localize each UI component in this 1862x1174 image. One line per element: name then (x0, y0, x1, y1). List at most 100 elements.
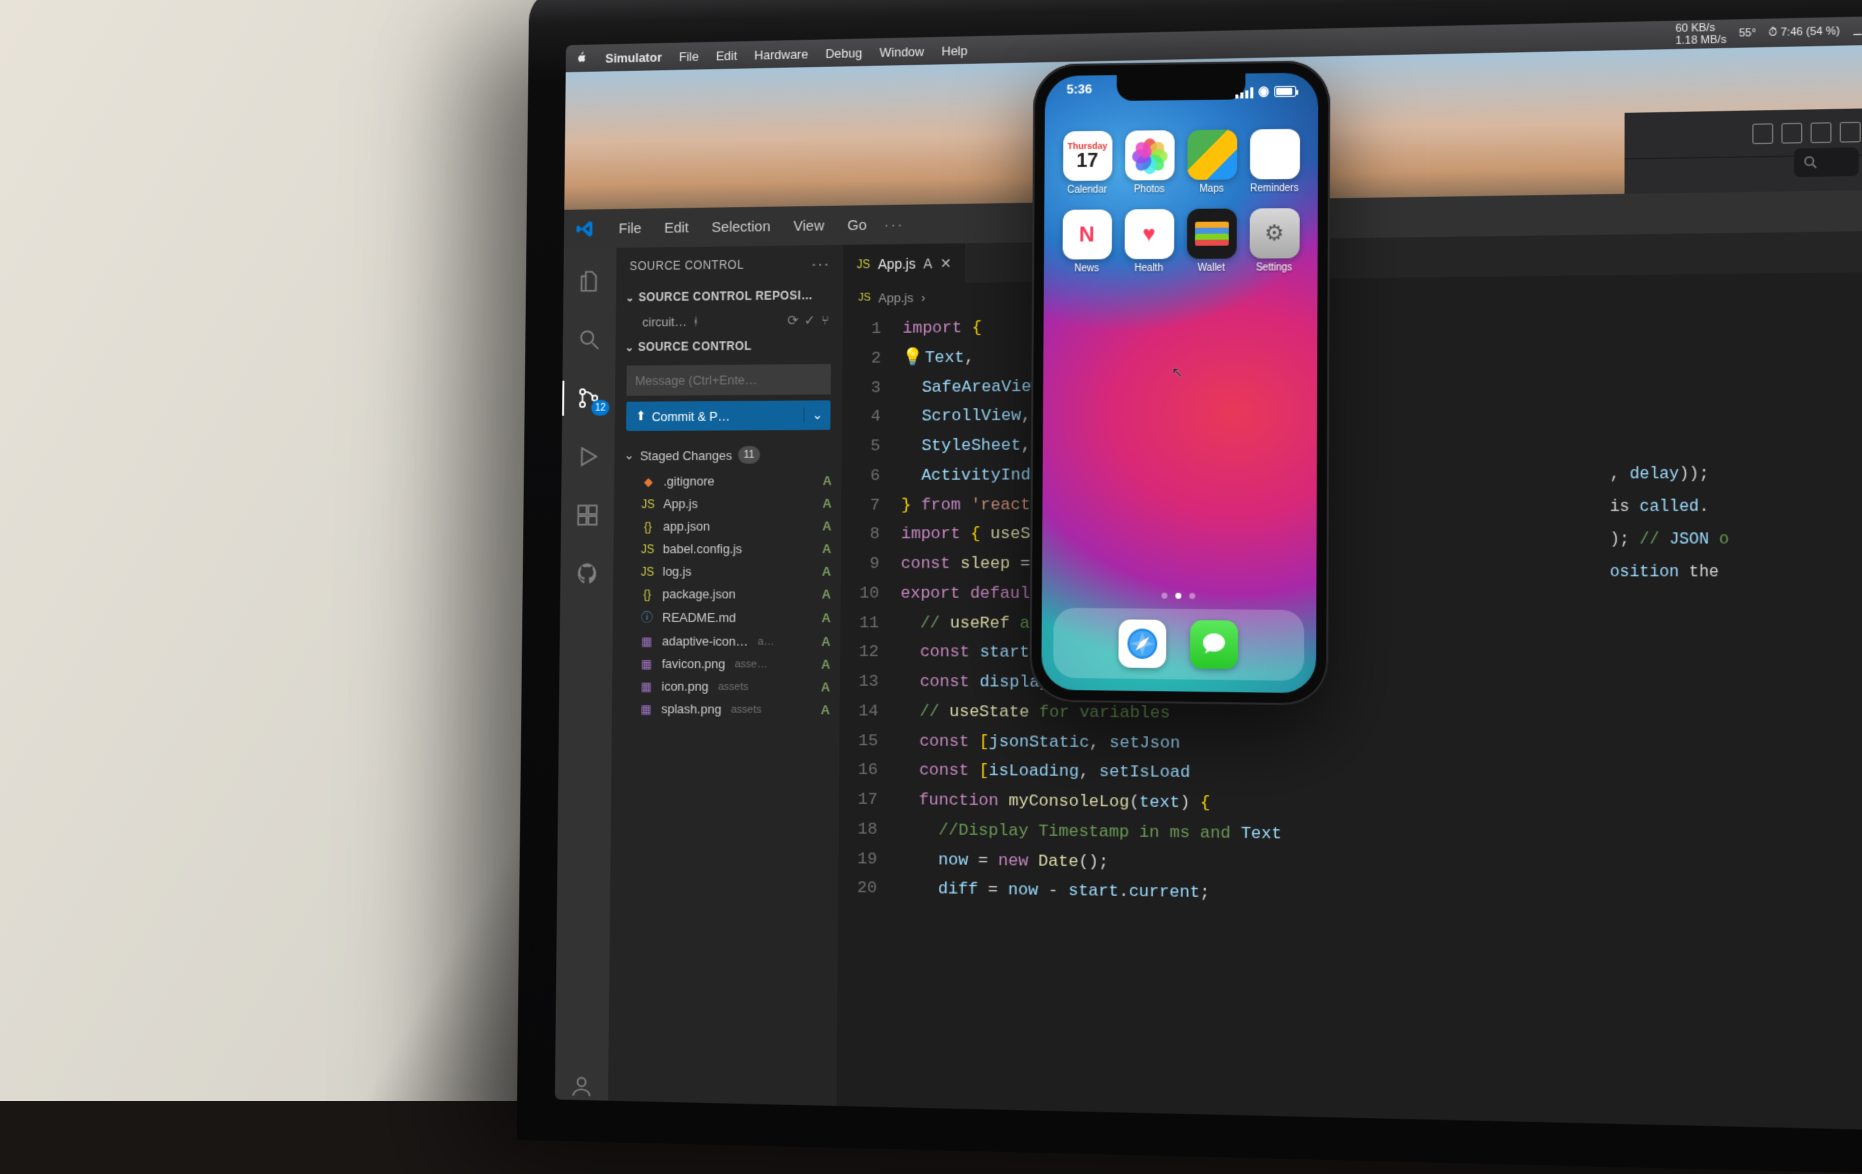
page-indicator[interactable] (1042, 592, 1317, 600)
vs-menu-file[interactable]: File (609, 216, 651, 241)
file-icon: ▦ (639, 634, 654, 648)
signal-icon (1235, 86, 1253, 97)
account-icon[interactable] (555, 1062, 608, 1111)
net-speed: 60 KB/s1.18 MB/s (1675, 22, 1726, 47)
iphone-simulator[interactable]: 5:36 ◉ Thursday17CalendarPhotosMapsRemin… (1029, 60, 1330, 705)
vscode-logo-icon (575, 219, 594, 239)
repo-row[interactable]: circuit… ᚼ ⟳ ✓ ⑂ (616, 308, 843, 335)
dock-app-messages[interactable] (1190, 620, 1238, 669)
file-name: adaptive-icon… (662, 634, 748, 649)
app-calendar[interactable]: Thursday17Calendar (1060, 131, 1114, 196)
vs-menu-go[interactable]: Go (838, 212, 877, 237)
commit-dropdown-icon[interactable]: ⌄ (803, 407, 830, 423)
dock-app-safari[interactable] (1118, 619, 1166, 668)
vs-menu-view[interactable]: View (784, 213, 834, 238)
apple-menu-icon[interactable] (575, 50, 588, 67)
app-news[interactable]: NNews (1060, 209, 1114, 274)
app-maps[interactable]: Maps (1184, 129, 1239, 194)
source-control-icon[interactable]: 12 (562, 374, 615, 421)
staged-file[interactable]: {}package.jsonA (613, 583, 841, 606)
branch-icon[interactable]: ⑂ (821, 312, 829, 329)
staged-file[interactable]: JSlog.jsA (613, 560, 841, 583)
check-icon[interactable]: ✓ (804, 312, 815, 329)
file-icon: ◆ (641, 474, 656, 488)
search-icon[interactable] (563, 316, 616, 363)
staged-file[interactable]: ▦adaptive-icon…a…A (613, 630, 841, 653)
staged-changes-header[interactable]: ⌄ Staged Changes 11 (614, 440, 841, 470)
chevron-down-icon: ⌄ (624, 448, 634, 464)
tab-app-js[interactable]: JS App.js A ✕ (843, 243, 966, 284)
staged-file[interactable]: ◆.gitignoreA (614, 469, 841, 492)
menu-debug[interactable]: Debug (825, 45, 862, 60)
menu-window[interactable]: Window (879, 44, 924, 60)
layout-icon-3[interactable] (1811, 122, 1832, 143)
vs-menu-selection[interactable]: Selection (702, 214, 780, 240)
menu-edit[interactable]: Edit (716, 48, 737, 63)
file-icon: {} (640, 519, 655, 533)
source-control-sidebar: SOURCE CONTROL ··· ⌄ SOURCE CONTROL REPO… (608, 245, 843, 1116)
app-label: Calendar (1067, 185, 1107, 196)
file-status: A (822, 610, 831, 625)
commit-message-input[interactable] (626, 364, 830, 396)
file-name: babel.config.js (663, 541, 742, 556)
explorer-icon[interactable] (563, 258, 616, 305)
github-icon[interactable] (560, 550, 613, 597)
chevron-right-icon: › (921, 290, 925, 305)
menu-file[interactable]: File (679, 49, 699, 64)
app-wallet[interactable]: Wallet (1184, 209, 1239, 274)
menubar-status-area: 60 KB/s1.18 MB/s 55° ⏱ 7:46 (54 %) ⚊ (1675, 19, 1862, 47)
staged-file[interactable]: JSApp.jsA (614, 492, 841, 515)
file-status: A (821, 702, 830, 717)
app-settings[interactable]: ⚙Settings (1247, 208, 1302, 274)
sidebar-more-icon[interactable]: ··· (811, 255, 830, 273)
file-name: app.json (663, 519, 710, 534)
vs-menu-edit[interactable]: Edit (655, 215, 699, 240)
file-name: log.js (663, 564, 692, 579)
layout-icon-4[interactable] (1840, 121, 1861, 142)
app-label: Maps (1199, 184, 1223, 195)
menu-help[interactable]: Help (942, 43, 968, 58)
staged-file[interactable]: {} app.json A (614, 515, 842, 538)
staged-file[interactable]: ▦favicon.pngasse…A (612, 652, 840, 676)
app-label: Settings (1256, 262, 1292, 273)
wifi-icon[interactable]: ⚊ (1852, 24, 1862, 37)
staged-file[interactable]: ⓘREADME.mdA (613, 605, 841, 630)
staged-count-badge: 11 (738, 446, 761, 464)
app-reminders[interactable]: Reminders (1247, 129, 1302, 195)
app-name[interactable]: Simulator (605, 49, 662, 65)
file-name: .gitignore (663, 474, 714, 489)
sync-icon[interactable]: ⟳ (787, 312, 798, 329)
repos-section-header[interactable]: ⌄ SOURCE CONTROL REPOSI… (616, 282, 843, 310)
menu-hardware[interactable]: Hardware (754, 46, 808, 62)
staged-file[interactable]: ▦splash.pngassetsA (612, 697, 840, 721)
file-icon: ▦ (639, 679, 654, 693)
layout-icon-2[interactable] (1781, 122, 1802, 143)
chevron-down-icon: ⌄ (625, 341, 634, 354)
file-name: icon.png (661, 679, 708, 694)
background-code-fragment: , delay));is called.); // JSON oosition … (1603, 457, 1862, 901)
app-health[interactable]: ♥Health (1122, 209, 1177, 274)
layout-icon-1[interactable] (1752, 123, 1773, 144)
file-name: package.json (662, 587, 735, 602)
file-icon: ▦ (639, 657, 654, 671)
js-file-icon: JS (857, 257, 871, 271)
activity-bar: 12 (555, 248, 617, 1111)
close-icon[interactable]: ✕ (940, 255, 952, 272)
vs-menu-overflow-icon[interactable]: ··· (884, 216, 904, 233)
commit-button[interactable]: ⬆Commit & P… ⌄ (626, 400, 830, 431)
file-name: favicon.png (662, 656, 726, 671)
staged-file[interactable]: ▦icon.pngassetsA (612, 675, 840, 699)
extensions-icon[interactable] (561, 492, 614, 539)
scm-section-header[interactable]: ⌄ SOURCE CONTROL (615, 332, 842, 360)
iphone-dock (1053, 608, 1304, 681)
app-label: News (1074, 263, 1099, 274)
staged-file[interactable]: JSbabel.config.jsA (613, 537, 841, 560)
chevron-down-icon: ⌄ (625, 291, 634, 304)
background-search[interactable] (1794, 147, 1859, 177)
file-icon: JS (640, 497, 655, 511)
file-status: A (823, 496, 832, 511)
file-status: A (822, 519, 831, 534)
run-debug-icon[interactable] (561, 433, 614, 480)
app-photos[interactable]: Photos (1122, 130, 1177, 195)
file-icon: ▦ (638, 702, 653, 716)
